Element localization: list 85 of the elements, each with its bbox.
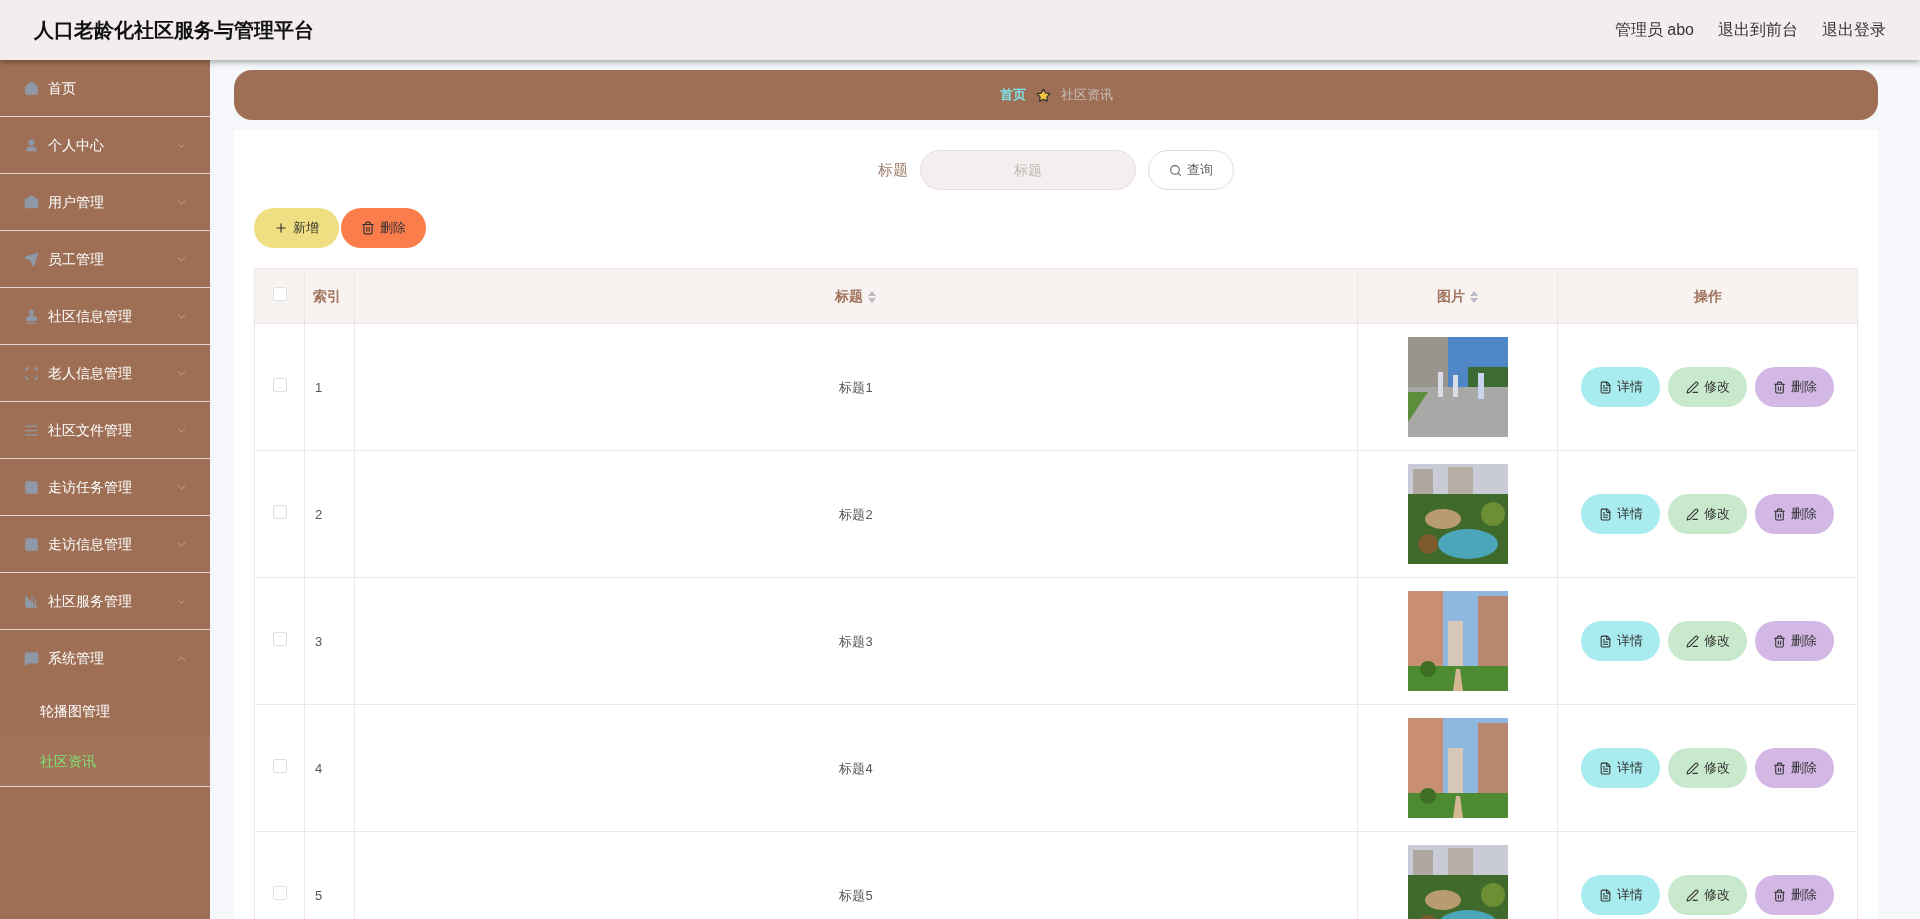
trash-icon	[1772, 507, 1786, 521]
briefcase-icon	[24, 194, 39, 210]
sidebar-item[interactable]: 用户管理	[0, 174, 210, 230]
pencil-icon	[1685, 761, 1699, 775]
list-icon	[24, 422, 39, 438]
checkbox[interactable]	[272, 378, 287, 392]
stamp-icon	[24, 308, 39, 324]
app-title: 人口老龄化社区服务与管理平台	[34, 18, 314, 43]
column-header[interactable]: 标题	[835, 286, 863, 307]
sidebar-item[interactable]: 社区文件管理	[0, 402, 210, 458]
column-header: 索引	[313, 287, 341, 306]
pencil-icon	[1685, 888, 1699, 902]
frame-icon	[24, 365, 39, 381]
pencil-icon	[1685, 634, 1699, 648]
detail-button[interactable]: 详情	[1581, 875, 1660, 915]
document-icon	[1598, 888, 1612, 902]
trash-icon	[1772, 380, 1786, 394]
checkbox[interactable]	[272, 886, 287, 900]
trash-icon	[1772, 888, 1786, 902]
table-cell: 2	[315, 507, 323, 522]
delete-button[interactable]: 删除	[1755, 875, 1834, 915]
column-header[interactable]: 图片	[1436, 286, 1465, 307]
sidebar-item[interactable]: 个人中心	[0, 117, 210, 173]
trash-icon	[1772, 634, 1786, 648]
sidebar-item[interactable]: 老人信息管理	[0, 345, 210, 401]
user-icon	[24, 137, 39, 153]
document-icon	[1598, 761, 1612, 775]
detail-button[interactable]: 详情	[1581, 367, 1660, 407]
plus-icon	[274, 221, 288, 235]
trash-icon	[361, 221, 375, 235]
sidebar-item[interactable]: 社区信息管理	[0, 288, 210, 344]
detail-button[interactable]: 详情	[1581, 494, 1660, 534]
delete-button[interactable]: 删除	[1755, 367, 1834, 407]
header-link[interactable]: 退出登录	[1822, 18, 1886, 42]
search-button[interactable]: 查询	[1148, 150, 1234, 190]
sidebar-item[interactable]: 员工管理	[0, 231, 210, 287]
sort-icon[interactable]	[1468, 289, 1479, 304]
search-icon	[1169, 163, 1182, 177]
chart-icon	[24, 593, 39, 609]
table-cell: 标题1	[839, 380, 873, 395]
edit-button[interactable]: 修改	[1668, 494, 1747, 534]
delete-button[interactable]: 删除	[1755, 748, 1834, 788]
detail-button[interactable]: 详情	[1581, 748, 1660, 788]
search-label: 标题	[878, 159, 908, 180]
trash-icon	[1772, 761, 1786, 775]
table-cell: 3	[315, 634, 323, 649]
chat-icon	[24, 650, 39, 666]
table-cell: 4	[315, 761, 323, 776]
user-label: 管理员 abo	[1614, 20, 1694, 40]
add-button[interactable]: 新增	[254, 208, 339, 248]
edit-button[interactable]: 修改	[1668, 748, 1747, 788]
table-cell: 1	[315, 380, 323, 395]
home-icon	[24, 80, 39, 96]
table-cell: 标题2	[839, 507, 873, 522]
table-cell: 标题3	[839, 634, 873, 649]
submenu-item[interactable]: 轮播图管理	[0, 686, 210, 736]
send-icon	[24, 251, 39, 267]
checkbox[interactable]	[272, 759, 287, 773]
sidebar-item[interactable]: 首页	[0, 60, 210, 116]
sidebar-item[interactable]: 走访任务管理	[0, 459, 210, 515]
table-cell: 标题4	[839, 761, 873, 776]
edit-button[interactable]: 修改	[1668, 621, 1747, 661]
edit-button[interactable]: 修改	[1668, 367, 1747, 407]
table-cell: 5	[315, 888, 323, 903]
edit-button[interactable]: 修改	[1668, 875, 1747, 915]
sidebar-item[interactable]: 社区服务管理	[0, 573, 210, 629]
checkbox[interactable]	[272, 632, 287, 646]
checkbox[interactable]	[272, 287, 287, 301]
detail-button[interactable]: 详情	[1581, 621, 1660, 661]
delete-button[interactable]: 删除	[1755, 621, 1834, 661]
sidebar-item[interactable]: 系统管理	[0, 630, 210, 686]
checkbox[interactable]	[272, 505, 287, 519]
bulk-delete-button[interactable]: 删除	[341, 208, 426, 248]
sort-icon[interactable]	[867, 289, 877, 304]
pencil-icon	[1685, 380, 1699, 394]
star-icon	[1035, 87, 1051, 103]
sidebar-item[interactable]: 走访信息管理	[0, 516, 210, 572]
document-icon	[1598, 634, 1612, 648]
table-cell: 标题5	[839, 888, 873, 903]
pencil-icon	[1685, 507, 1699, 521]
document-icon	[1598, 507, 1612, 521]
column-header: 操作	[1693, 287, 1722, 306]
delete-button[interactable]: 删除	[1755, 494, 1834, 534]
header-link[interactable]: 退出到前台	[1718, 18, 1798, 42]
document-icon	[1598, 380, 1612, 394]
